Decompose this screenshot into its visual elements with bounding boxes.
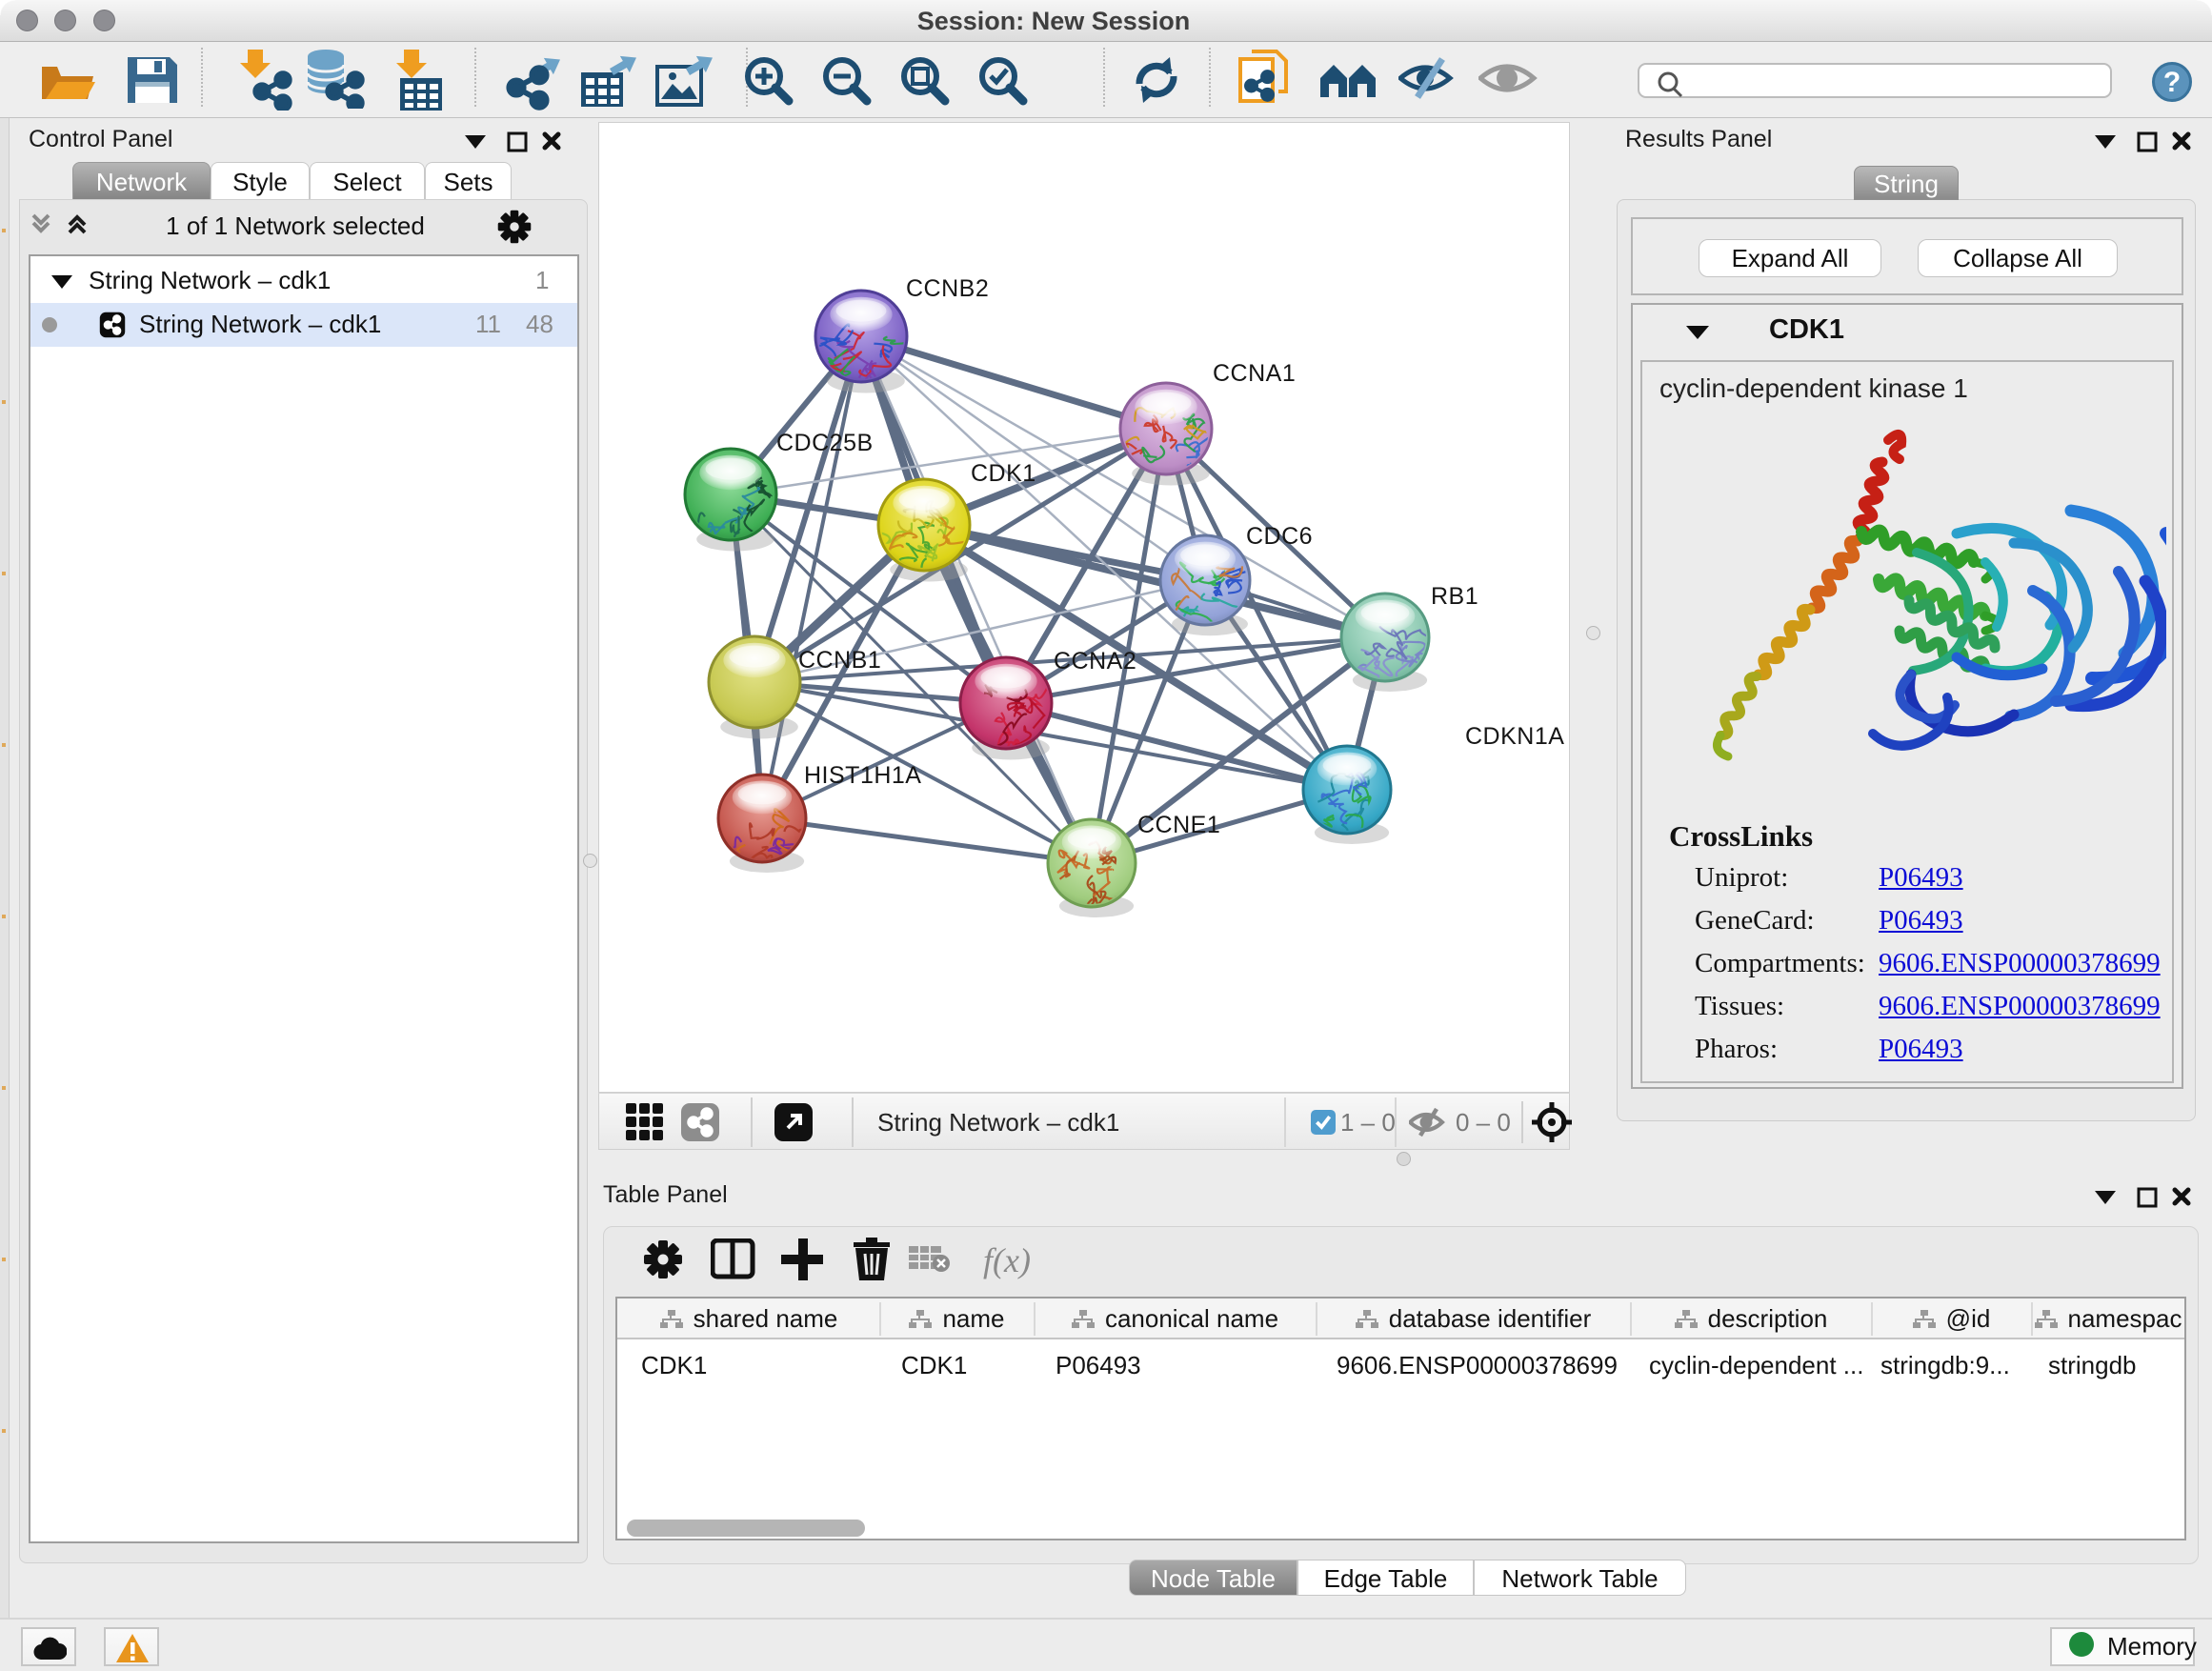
svg-text:CDC25B: CDC25B [776, 430, 874, 456]
svg-text:CCNA1: CCNA1 [1213, 360, 1296, 387]
svg-text:CCNB1: CCNB1 [798, 647, 881, 674]
svg-text:CCNB2: CCNB2 [906, 275, 989, 302]
svg-text:CDK1: CDK1 [971, 460, 1036, 487]
svg-text:RB1: RB1 [1431, 583, 1478, 610]
svg-text:CDKN1A: CDKN1A [1465, 723, 1564, 750]
svg-text:CDC6: CDC6 [1246, 523, 1313, 550]
svg-text:CCNA2: CCNA2 [1054, 648, 1136, 674]
svg-text:CCNE1: CCNE1 [1137, 812, 1220, 838]
svg-text:HIST1H1A: HIST1H1A [804, 762, 921, 789]
